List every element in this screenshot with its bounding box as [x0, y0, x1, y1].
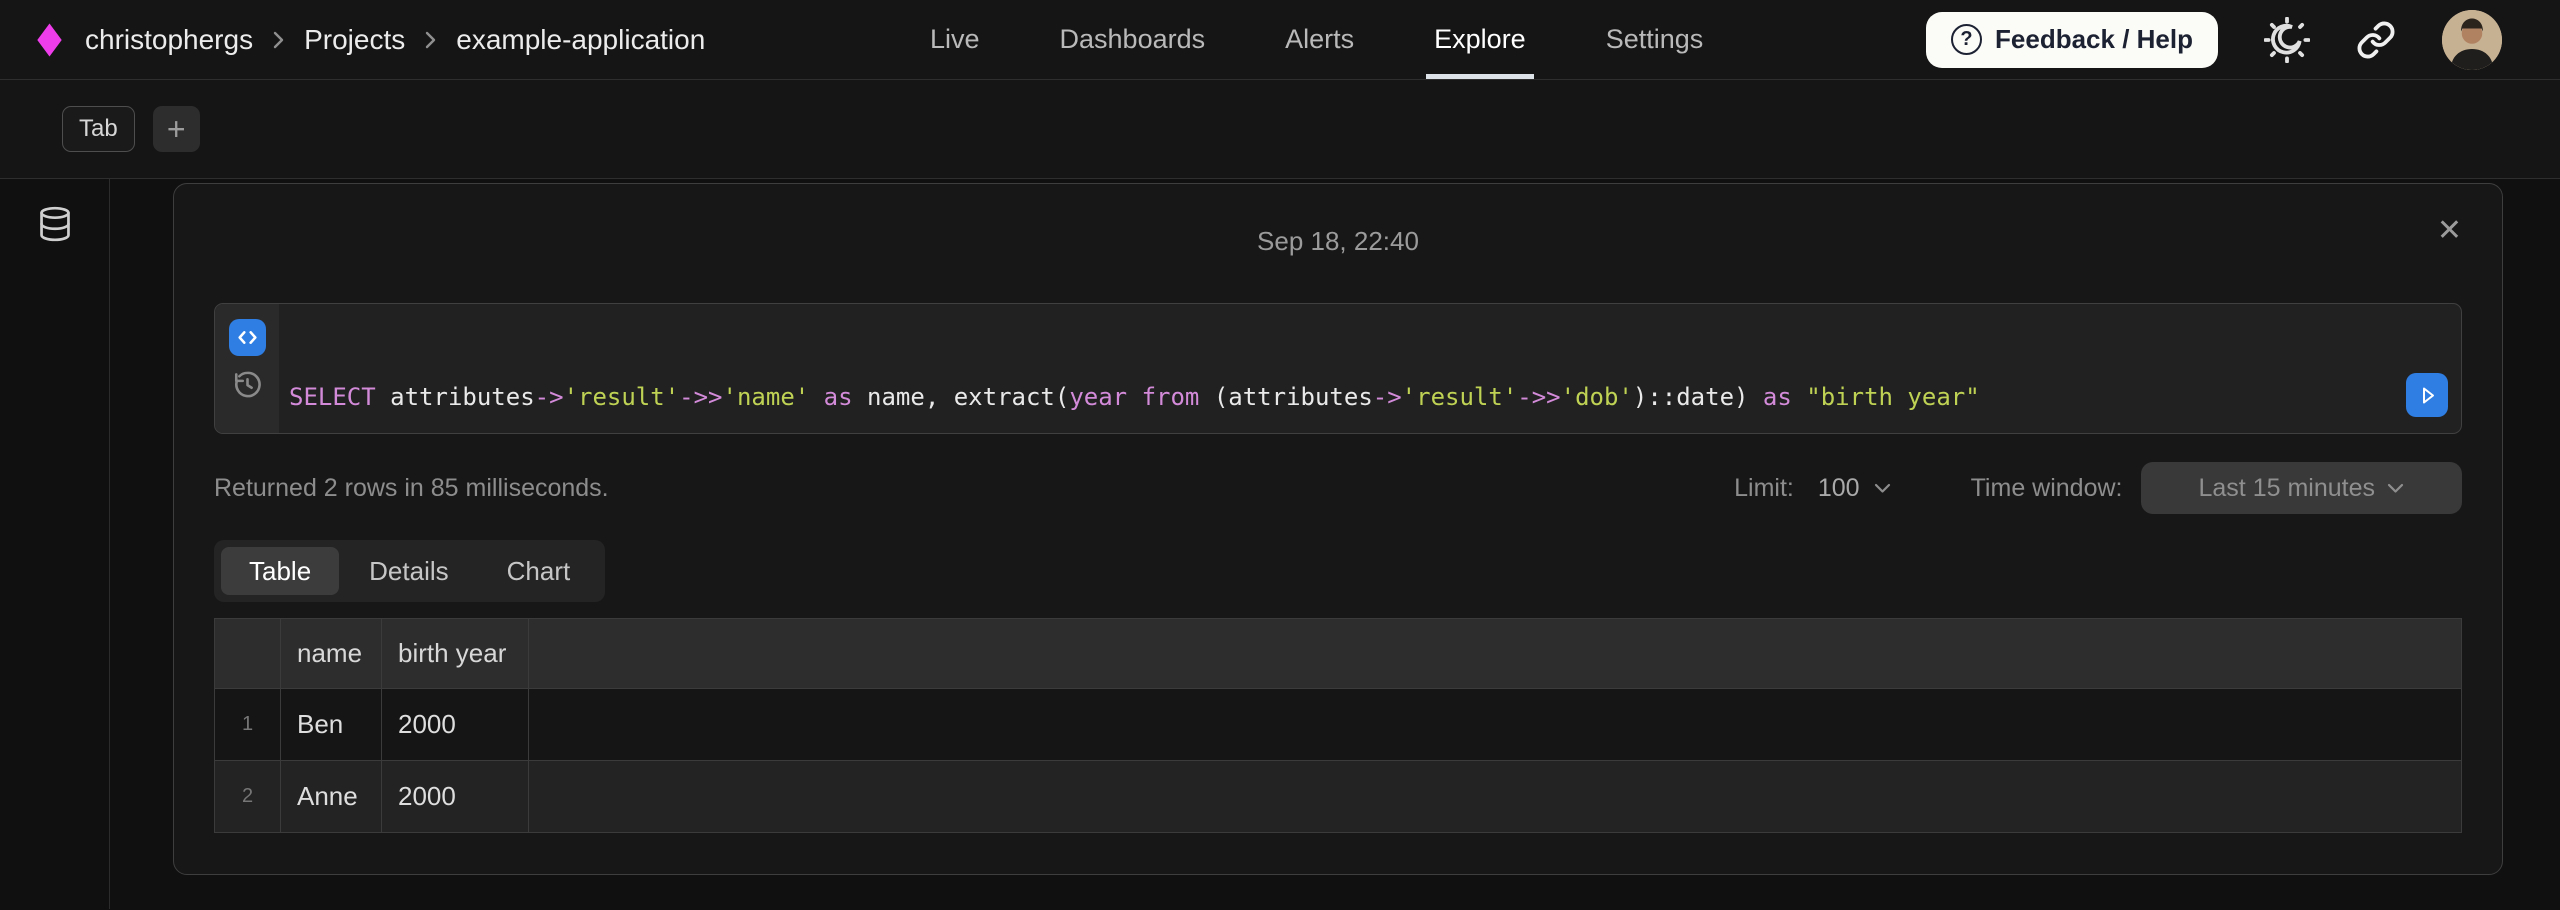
main-panel: Sep 18, 22:40 ✕: [110, 179, 2560, 909]
logo-diamond-icon[interactable]: [36, 23, 63, 57]
code-icon[interactable]: [229, 319, 266, 356]
tab-chart[interactable]: Chart: [479, 547, 599, 595]
cell-filler: [529, 761, 2462, 833]
cell-name: Ben: [281, 689, 382, 761]
result-view-tabs: Table Details Chart: [214, 540, 605, 602]
row-number-header: [215, 619, 281, 689]
chevron-down-icon: [2387, 483, 2404, 494]
cell-birth-year: 2000: [382, 689, 529, 761]
query-timestamp: Sep 18, 22:40: [214, 226, 2462, 257]
top-actions: ? Feedback / Help: [1926, 10, 2502, 70]
nav-item-settings[interactable]: Settings: [1606, 0, 1704, 79]
theme-toggle-icon[interactable]: [2264, 17, 2310, 63]
cell-filler: [529, 689, 2462, 761]
content-area: Sep 18, 22:40 ✕: [0, 179, 2560, 909]
main-nav: Live Dashboards Alerts Explore Settings: [930, 0, 1703, 79]
nav-item-dashboards[interactable]: Dashboards: [1060, 0, 1206, 79]
nav-item-live[interactable]: Live: [930, 0, 980, 79]
row-number: 2: [215, 761, 281, 833]
database-icon[interactable]: [36, 205, 74, 243]
breadcrumb-projects[interactable]: Projects: [304, 24, 405, 56]
column-header-name[interactable]: name: [281, 619, 382, 689]
run-query-button[interactable]: [2406, 373, 2448, 417]
user-avatar[interactable]: [2442, 10, 2502, 70]
query-card: Sep 18, 22:40 ✕: [173, 183, 2503, 875]
limit-control: Limit: 100: [1734, 474, 1890, 503]
query-tab-bar: Tab +: [0, 80, 2560, 179]
breadcrumb: christophergs Projects example-applicati…: [36, 23, 705, 57]
breadcrumb-project-name[interactable]: example-application: [456, 24, 705, 56]
chevron-down-icon: [1874, 483, 1891, 494]
feedback-help-label: Feedback / Help: [1995, 24, 2193, 55]
play-icon: [2415, 383, 2439, 407]
sql-code[interactable]: SELECT attributes->'result'->>'name' as …: [279, 304, 2461, 433]
time-window-control: Time window: Last 15 minutes: [1971, 462, 2462, 514]
editor-gutter: [215, 304, 279, 433]
row-number: 1: [215, 689, 281, 761]
nav-item-explore[interactable]: Explore: [1434, 0, 1526, 79]
feedback-help-button[interactable]: ? Feedback / Help: [1926, 12, 2218, 68]
left-rail: [0, 179, 110, 909]
sql-editor[interactable]: SELECT attributes->'result'->>'name' as …: [214, 303, 2462, 434]
tab-table[interactable]: Table: [221, 547, 339, 595]
table-row[interactable]: 1 Ben 2000: [215, 689, 2462, 761]
history-icon[interactable]: [232, 369, 263, 400]
time-window-label: Time window:: [1971, 474, 2123, 503]
add-tab-button[interactable]: +: [153, 106, 200, 152]
tab-details[interactable]: Details: [341, 547, 476, 595]
close-icon[interactable]: ✕: [2437, 216, 2462, 246]
chevron-right-icon: [271, 28, 286, 52]
result-status-row: Returned 2 rows in 85 milliseconds. Limi…: [214, 464, 2462, 512]
limit-value: 100: [1818, 474, 1860, 503]
table-row[interactable]: 2 Anne 2000: [215, 761, 2462, 833]
time-window-value: Last 15 minutes: [2199, 474, 2376, 503]
query-card-header: Sep 18, 22:40 ✕: [214, 184, 2462, 303]
cell-name: Anne: [281, 761, 382, 833]
column-header-filler: [529, 619, 2462, 689]
cell-birth-year: 2000: [382, 761, 529, 833]
nav-item-alerts[interactable]: Alerts: [1285, 0, 1354, 79]
limit-dropdown[interactable]: 100: [1818, 474, 1891, 503]
time-window-dropdown[interactable]: Last 15 minutes: [2141, 462, 2463, 514]
result-status-text: Returned 2 rows in 85 milliseconds.: [214, 474, 609, 503]
breadcrumb-org[interactable]: christophergs: [85, 24, 253, 56]
chevron-right-icon: [423, 28, 438, 52]
query-tab[interactable]: Tab: [62, 106, 135, 152]
top-bar: christophergs Projects example-applicati…: [0, 0, 2560, 80]
limit-label: Limit:: [1734, 474, 1794, 503]
column-header-birth-year[interactable]: birth year: [382, 619, 529, 689]
share-link-icon[interactable]: [2356, 20, 2396, 60]
sql-line-1: SELECT attributes->'result'->>'name' as …: [289, 382, 2401, 413]
question-circle-icon: ?: [1951, 24, 1982, 55]
table-header-row: name birth year: [215, 619, 2462, 689]
results-table: name birth year 1 Ben 2000 2 Anne: [214, 618, 2462, 833]
